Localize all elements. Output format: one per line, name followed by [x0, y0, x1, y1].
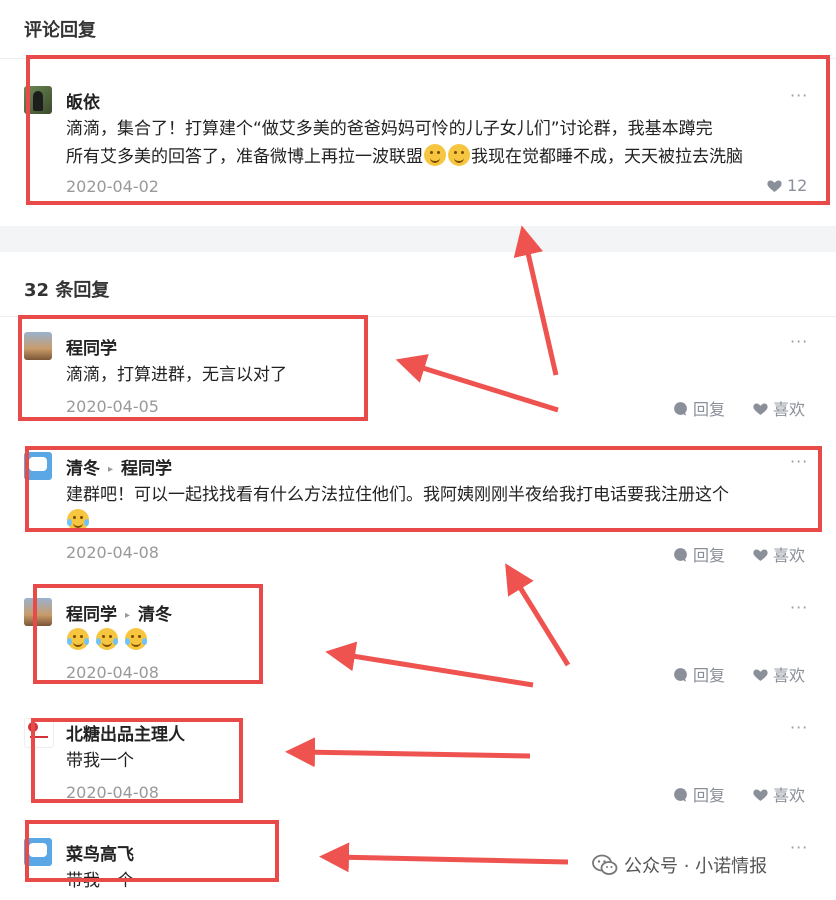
- annotation-arrow: [513, 225, 559, 376]
- annotation-arrow: [505, 563, 571, 667]
- annotation-arrow: [285, 737, 531, 768]
- annotation-arrows: [285, 225, 571, 873]
- annotation-arrow: [325, 641, 534, 688]
- annotation-arrow: [319, 842, 569, 873]
- annotation-arrow: [395, 354, 559, 413]
